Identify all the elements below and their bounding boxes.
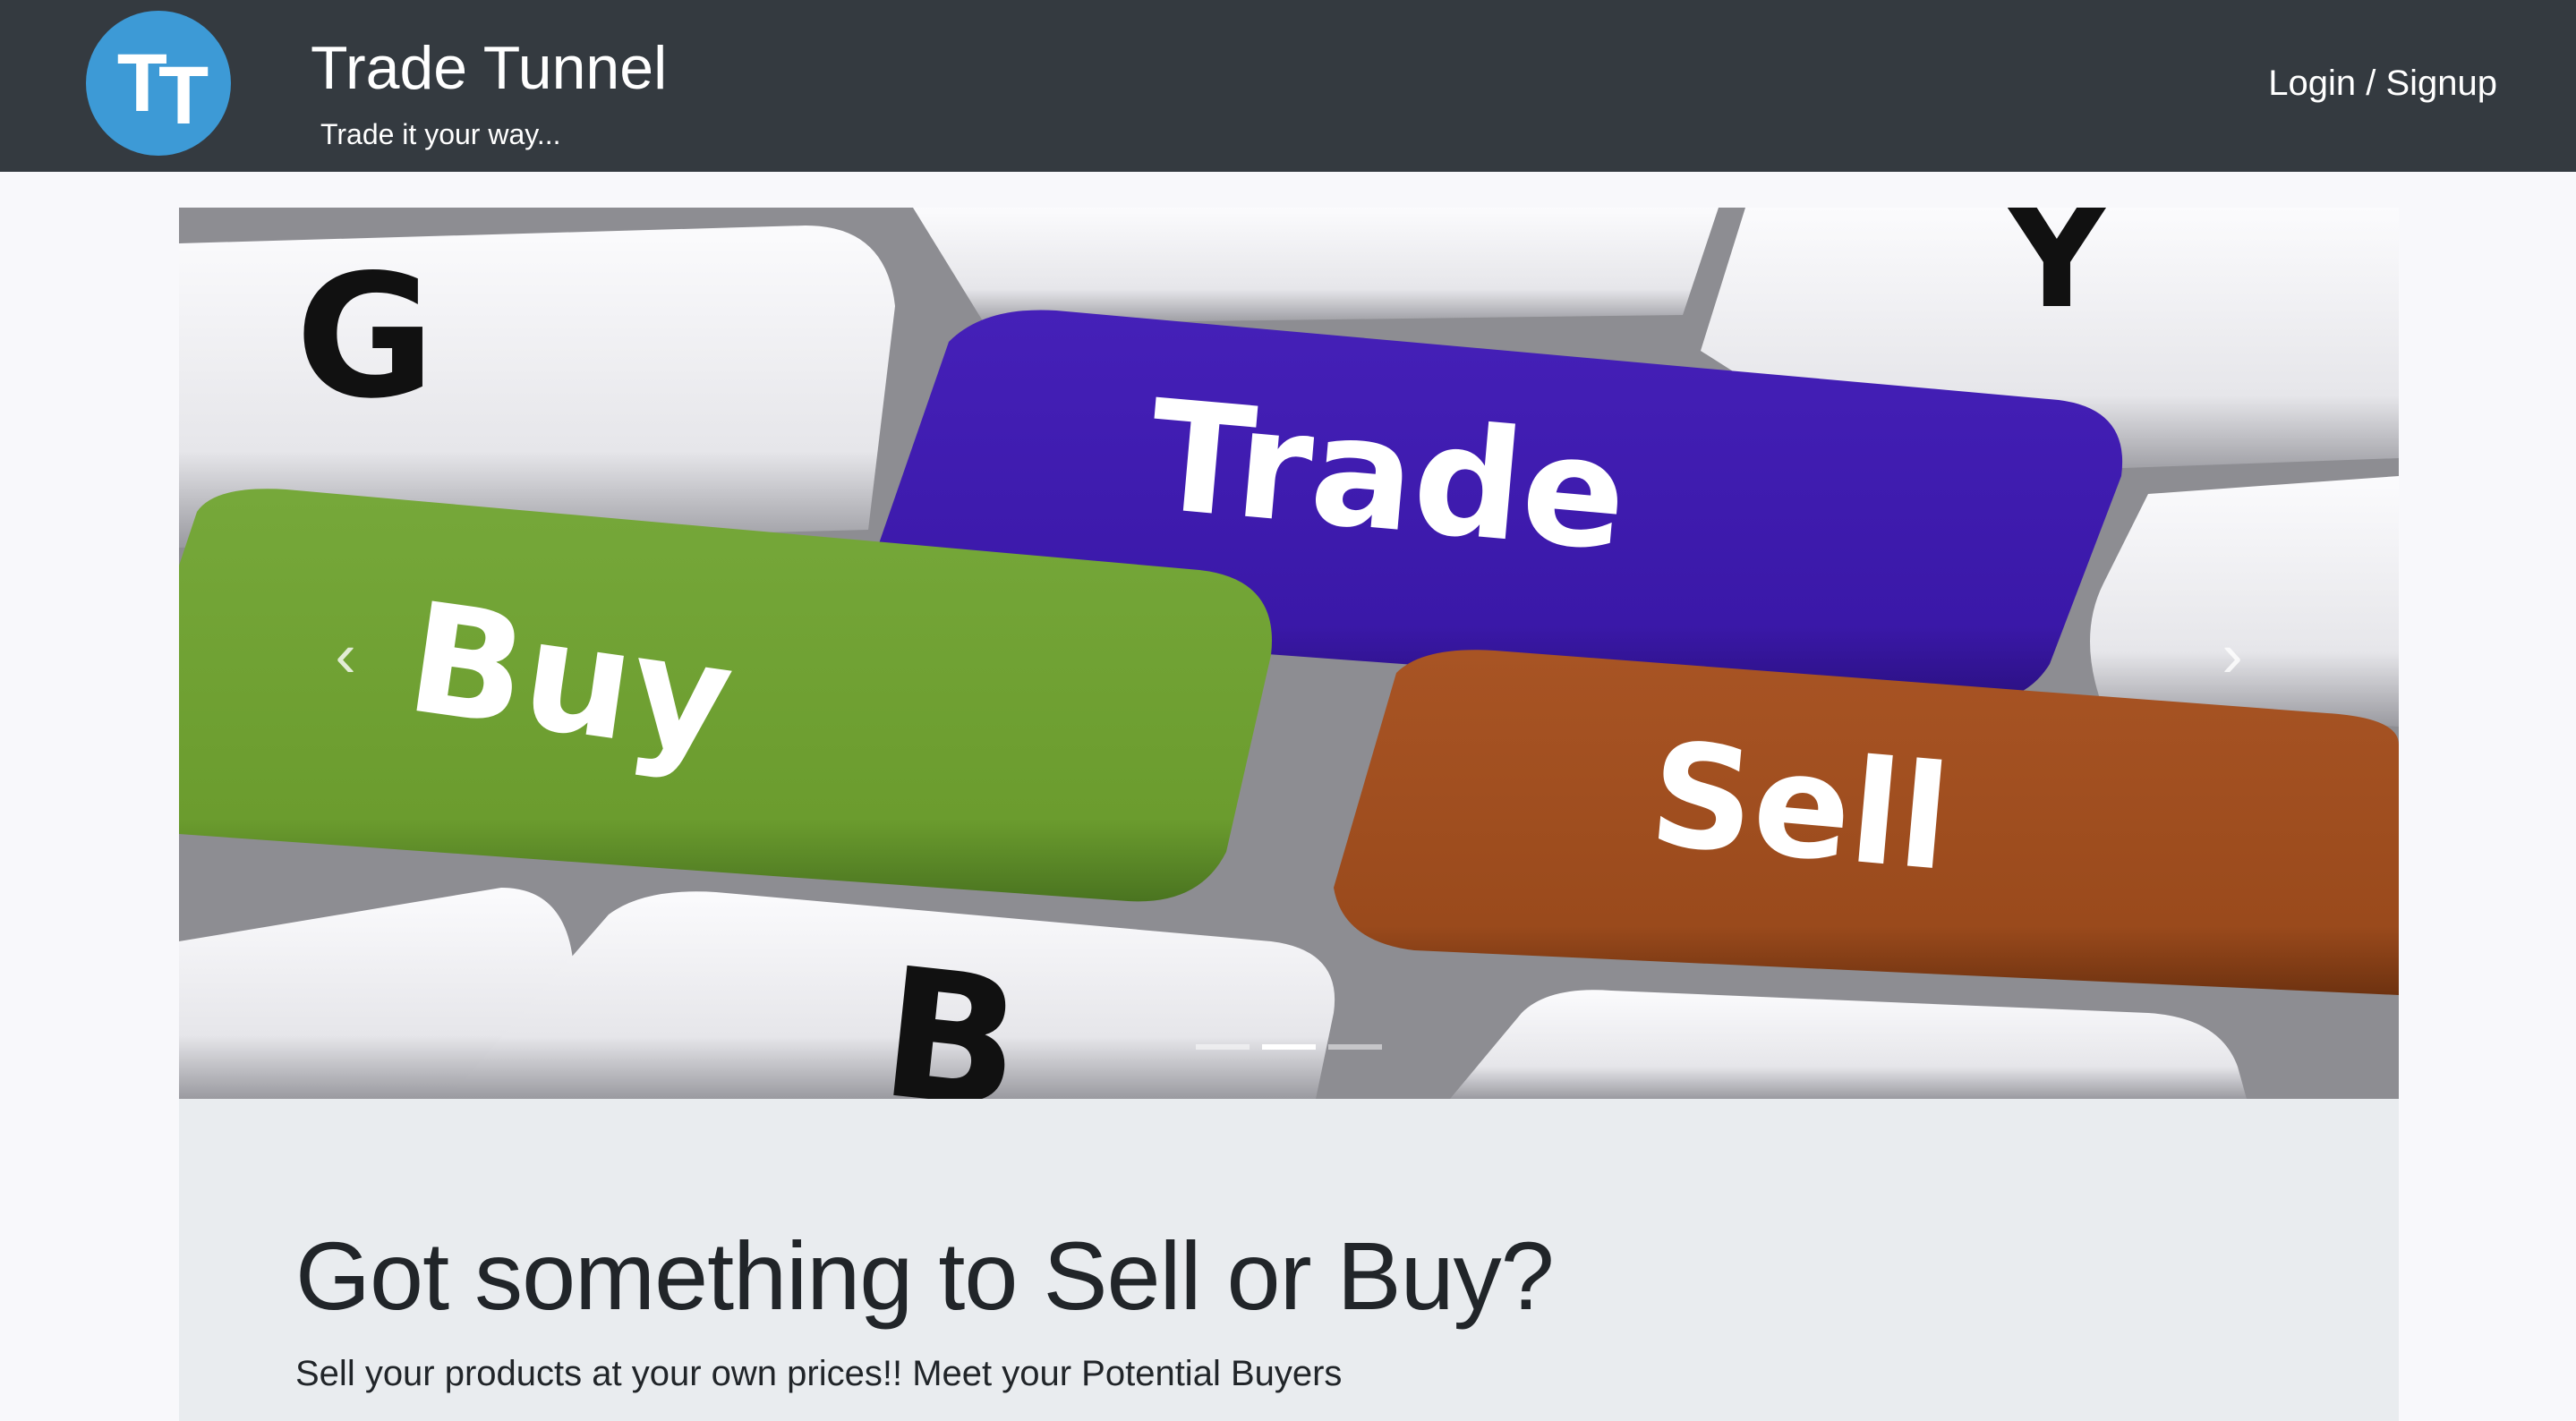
- carousel-indicator-2[interactable]: [1262, 1044, 1316, 1050]
- navbar: TT Trade Tunnel Trade it your way... Log…: [0, 0, 2576, 172]
- key-g-letter: G: [295, 238, 435, 436]
- hero-carousel: G Y Trade Buy Sell B ‹ ›: [179, 208, 2399, 1099]
- logo-letters: TT: [116, 37, 209, 141]
- hero-subline: Sell your products at your own prices!! …: [295, 1354, 1343, 1393]
- logo-letter: T: [158, 49, 209, 141]
- key-y-letter: Y: [2003, 208, 2111, 340]
- carousel-indicators: [179, 1044, 2399, 1050]
- carousel-next-button[interactable]: ›: [2179, 601, 2286, 709]
- key-sell-label: Sell: [1644, 710, 1956, 903]
- hero-headline: Got something to Sell or Buy?: [295, 1221, 1555, 1330]
- chevron-right-icon: ›: [2222, 620, 2243, 690]
- chevron-left-icon: ‹: [335, 620, 356, 690]
- key-b-letter: B: [873, 929, 1030, 1099]
- logo-letter: T: [116, 37, 167, 129]
- login-signup-link[interactable]: Login / Signup: [2268, 61, 2497, 106]
- carousel-indicator-1[interactable]: [1196, 1044, 1250, 1050]
- carousel-indicator-3[interactable]: [1328, 1044, 1382, 1050]
- carousel-slide-image: G Y Trade Buy Sell B: [179, 208, 2399, 1099]
- hero-jumbotron: Got something to Sell or Buy? Sell your …: [179, 1099, 2399, 1421]
- carousel-prev-button[interactable]: ‹: [292, 601, 399, 709]
- brand-title[interactable]: Trade Tunnel: [311, 32, 667, 104]
- brand-tagline: Trade it your way...: [320, 118, 561, 150]
- brand-logo[interactable]: TT: [86, 11, 231, 156]
- key-top-mid: [913, 208, 1719, 324]
